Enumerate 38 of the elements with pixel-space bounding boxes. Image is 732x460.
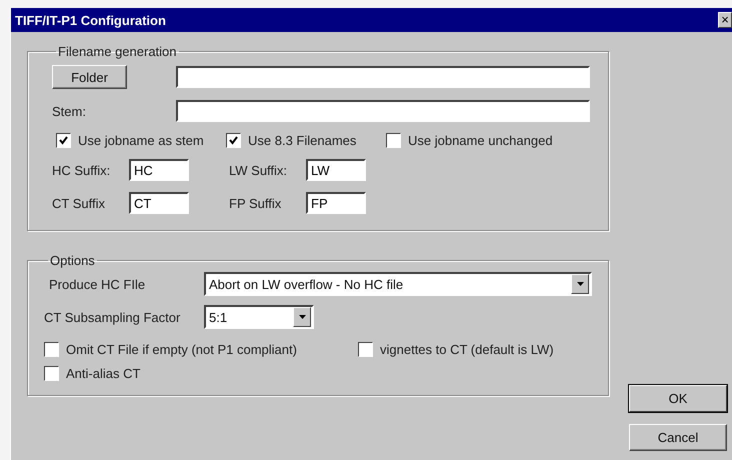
select-label: Produce HC FIle xyxy=(48,276,146,292)
suffix-field[interactable]: LW xyxy=(306,159,366,181)
suffix-field[interactable]: FP xyxy=(306,192,366,214)
dropdown-value: 5:1 xyxy=(209,310,228,324)
suffix-field[interactable]: CT xyxy=(129,192,189,214)
suffix-label: CT Suffix xyxy=(52,196,106,210)
checkbox-label: Omit CT File if empty (not P1 compliant) xyxy=(66,342,297,357)
checkbox-label: Anti-alias CT xyxy=(66,366,140,381)
folder-field[interactable] xyxy=(176,66,590,88)
checkbox[interactable] xyxy=(358,342,373,357)
dropdown[interactable]: Abort on LW overflow - No HC file xyxy=(204,272,592,296)
stem-field[interactable] xyxy=(176,100,590,122)
suffix-field[interactable]: HC xyxy=(129,159,189,181)
dropdown[interactable]: 5:1 xyxy=(204,305,314,329)
checkbox[interactable] xyxy=(226,133,241,148)
suffix-label: LW Suffix: xyxy=(229,162,288,178)
checkbox-label: Use jobname as stem xyxy=(78,133,204,148)
folder-button[interactable]: Folder xyxy=(52,65,127,89)
close-button[interactable]: × xyxy=(718,12,732,28)
dialog-button[interactable]: OK xyxy=(629,385,727,412)
select-label: CT Subsampling Factor xyxy=(44,310,182,324)
group-title: Options xyxy=(49,253,96,268)
stem-label: Stem: xyxy=(52,104,87,118)
suffix-label: HC Suffix: xyxy=(52,162,112,178)
checkbox-label: Use jobname unchanged xyxy=(408,133,553,148)
check-icon xyxy=(59,136,68,145)
checkbox[interactable] xyxy=(56,133,71,148)
checkbox-label: vignettes to CT (default is LW) xyxy=(380,342,554,357)
window-title: TIFF/IT-P1 Configuration xyxy=(15,12,166,28)
group-title: Filename generation xyxy=(57,44,178,59)
checkbox[interactable] xyxy=(44,342,59,357)
dialog-button[interactable]: Cancel xyxy=(629,424,727,451)
suffix-label: FP Suffix xyxy=(229,196,282,210)
checkbox-label: Use 8.3 Filenames xyxy=(248,133,356,148)
dropdown-value: Abort on LW overflow - No HC file xyxy=(209,276,404,292)
check-icon xyxy=(229,136,238,145)
checkbox[interactable] xyxy=(44,366,59,381)
checkbox[interactable] xyxy=(386,133,401,148)
